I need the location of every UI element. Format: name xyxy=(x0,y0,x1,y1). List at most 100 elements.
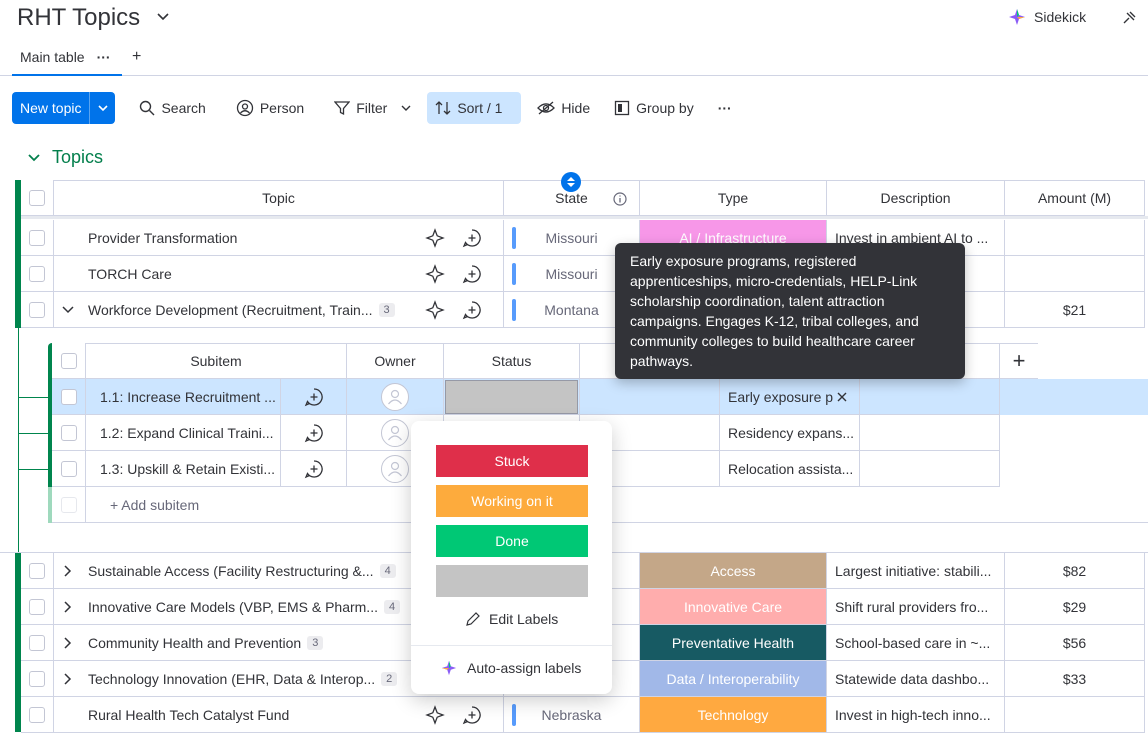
add-subitem-button[interactable]: + Add subitem xyxy=(86,487,1148,523)
row-checkbox[interactable] xyxy=(29,670,45,687)
ai-sparkle-icon[interactable] xyxy=(424,704,445,725)
description-cell[interactable]: Invest in high-tech inno... xyxy=(827,697,1005,733)
table-row-topic[interactable]: Technology Innovation (EHR, Data & Inter… xyxy=(54,661,404,697)
chevron-down-icon[interactable] xyxy=(62,304,74,316)
add-update-icon[interactable] xyxy=(304,423,324,443)
group-header[interactable]: Topics xyxy=(28,147,103,168)
group-by-button[interactable]: Group by xyxy=(606,92,702,124)
subitem-description-cell[interactable]: Relocation assista... xyxy=(720,451,860,487)
subitem-description-cell[interactable]: Residency expans... xyxy=(720,415,860,451)
tab-main-table[interactable]: Main table ··· xyxy=(12,40,122,76)
ai-sparkle-icon[interactable] xyxy=(424,227,445,248)
add-update-icon[interactable] xyxy=(462,705,482,725)
add-update-icon[interactable] xyxy=(462,264,482,284)
status-label-empty[interactable] xyxy=(445,379,578,414)
state-cell[interactable]: Nebraska xyxy=(504,697,640,733)
chevron-right-icon[interactable] xyxy=(62,600,74,613)
extra-cell[interactable] xyxy=(860,451,1000,487)
row-checkbox[interactable] xyxy=(29,229,45,246)
status-option-blank[interactable] xyxy=(436,565,588,597)
column-header-amount[interactable]: Amount (M) xyxy=(1005,180,1145,216)
table-row-topic[interactable]: Provider Transformation xyxy=(54,220,404,256)
table-row-topic[interactable]: Community Health and Prevention 3 xyxy=(54,625,404,661)
row-checkbox[interactable] xyxy=(29,634,45,651)
column-sort-indicator[interactable] xyxy=(561,172,581,192)
table-row-topic[interactable]: TORCH Care xyxy=(54,256,404,292)
board-title[interactable]: RHT Topics xyxy=(17,4,140,32)
group-title[interactable]: Topics xyxy=(52,147,103,168)
amount-cell[interactable]: $33 xyxy=(1005,661,1145,697)
new-topic-button[interactable]: New topic xyxy=(12,92,116,124)
type-label-cell[interactable]: Access xyxy=(640,553,827,589)
amount-cell[interactable]: $56 xyxy=(1005,625,1145,661)
extra-cell[interactable] xyxy=(860,415,1000,451)
column-header-owner[interactable]: Owner xyxy=(347,343,444,379)
hide-button[interactable]: Hide xyxy=(529,92,598,124)
row-checkbox[interactable] xyxy=(60,424,77,441)
owner-cell[interactable] xyxy=(347,379,444,415)
integrations-icon[interactable] xyxy=(1120,9,1138,27)
row-checkbox[interactable] xyxy=(60,352,77,369)
add-update-icon[interactable] xyxy=(462,300,482,320)
extra-cell[interactable] xyxy=(860,379,1000,415)
subitem-count-badge[interactable]: 4 xyxy=(379,563,396,578)
amount-cell[interactable] xyxy=(1005,256,1145,292)
row-checkbox[interactable] xyxy=(29,562,45,579)
more-actions-button[interactable]: ··· xyxy=(710,92,740,124)
subitem-count-badge[interactable]: 3 xyxy=(307,635,324,650)
row-checkbox[interactable] xyxy=(60,388,77,405)
subitem-name-cell[interactable]: 1.1: Increase Recruitment ... xyxy=(86,379,281,415)
search-button[interactable]: Search xyxy=(131,92,213,124)
description-cell[interactable]: School-based care in ~... xyxy=(827,625,1005,661)
chevron-down-icon[interactable] xyxy=(401,103,411,113)
amount-cell[interactable]: $29 xyxy=(1005,589,1145,625)
person-filter-button[interactable]: Person xyxy=(228,92,312,124)
subitem-name-cell[interactable]: 1.2: Expand Clinical Traini... xyxy=(86,415,281,451)
column-header-status[interactable]: Status xyxy=(444,343,580,379)
table-row-topic[interactable]: Innovative Care Models (VBP, EMS & Pharm… xyxy=(54,589,404,625)
avatar[interactable] xyxy=(381,382,409,411)
description-cell[interactable]: Statewide data dashbo... xyxy=(827,661,1005,697)
column-header-description[interactable]: Description xyxy=(827,180,1005,216)
column-header-subitem[interactable]: Subitem xyxy=(86,343,347,379)
info-icon[interactable] xyxy=(613,192,627,206)
chevron-right-icon[interactable] xyxy=(62,564,74,577)
status-cell[interactable] xyxy=(444,379,580,415)
ai-sparkle-icon[interactable] xyxy=(424,263,445,284)
auto-assign-labels-button[interactable]: Auto-assign labels xyxy=(441,660,581,676)
chevron-right-icon[interactable] xyxy=(62,672,74,685)
status-option-working[interactable]: Working on it xyxy=(436,485,588,517)
ai-sparkle-icon[interactable] xyxy=(424,299,445,320)
subitem-count-badge[interactable]: 4 xyxy=(383,599,401,614)
chevron-right-icon[interactable] xyxy=(62,636,74,649)
new-topic-dropdown[interactable] xyxy=(89,92,115,124)
type-label-cell[interactable]: Data / Interoperability xyxy=(640,661,827,697)
row-checkbox[interactable] xyxy=(29,301,45,318)
sidekick-button[interactable]: Sidekick xyxy=(1008,8,1086,26)
close-icon[interactable] xyxy=(837,392,847,402)
subitem-count-badge[interactable]: 2 xyxy=(381,671,398,686)
column-header-topic[interactable]: Topic xyxy=(54,180,504,216)
row-checkbox[interactable] xyxy=(29,189,45,206)
chevron-down-icon[interactable] xyxy=(156,10,170,24)
filter-button[interactable]: Filter xyxy=(326,92,419,124)
add-update-icon[interactable] xyxy=(462,228,482,248)
edit-labels-button[interactable]: Edit Labels xyxy=(465,611,558,627)
table-row-topic[interactable]: Rural Health Tech Catalyst Fund xyxy=(54,697,404,733)
subitem-description-cell[interactable]: Early exposure p xyxy=(720,379,860,415)
add-update-icon[interactable] xyxy=(304,459,324,479)
table-row-topic[interactable]: Workforce Development (Recruitment, Trai… xyxy=(54,292,404,328)
amount-cell[interactable]: $82 xyxy=(1005,553,1145,589)
avatar[interactable] xyxy=(381,418,409,447)
type-label-cell[interactable]: Preventative Health xyxy=(640,625,827,661)
table-row-topic[interactable]: Sustainable Access (Facility Restructuri… xyxy=(54,553,404,589)
status-option-done[interactable]: Done xyxy=(436,525,588,557)
column-header-type[interactable]: Type xyxy=(640,180,827,216)
avatar[interactable] xyxy=(381,454,409,483)
status-option-stuck[interactable]: Stuck xyxy=(436,445,588,477)
description-cell[interactable]: Largest initiative: stabili... xyxy=(827,553,1005,589)
add-column-button[interactable]: + xyxy=(1000,343,1038,379)
amount-cell[interactable]: $21 xyxy=(1005,292,1145,328)
tab-more-icon[interactable]: ··· xyxy=(97,49,111,65)
row-checkbox[interactable] xyxy=(29,598,45,615)
